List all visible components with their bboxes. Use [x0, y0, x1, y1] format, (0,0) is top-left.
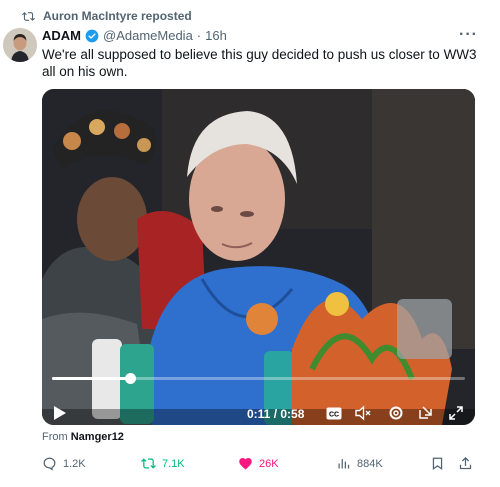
captions-label: CC	[329, 411, 339, 418]
source-prefix: From	[42, 431, 68, 443]
repost-button[interactable]: 7.1K	[141, 456, 185, 471]
heart-icon	[239, 458, 252, 470]
fullscreen-icon[interactable]	[448, 405, 464, 421]
repost-text: Auron MacIntyre reposted	[43, 9, 192, 23]
tweet-text: We're all supposed to believe this guy d…	[42, 47, 477, 79]
avatar[interactable]	[3, 28, 37, 62]
video-source: From Namger12	[42, 431, 124, 443]
views-button[interactable]: 884K	[336, 456, 383, 471]
video-frame	[42, 89, 475, 425]
like-count: 26K	[259, 457, 279, 470]
like-button[interactable]: 26K	[238, 456, 279, 471]
video-player[interactable]: 0:11 / 0:58 CC	[42, 89, 475, 425]
tweet-header: ADAM @AdameMedia · 16h	[42, 28, 227, 43]
repost-count: 7.1K	[162, 457, 185, 470]
video-progress-bar[interactable]	[52, 373, 465, 384]
bookmark-icon	[432, 457, 443, 471]
verified-badge-icon	[85, 29, 99, 42]
captions-icon[interactable]: CC	[326, 405, 342, 421]
source-name[interactable]: Namger12	[71, 431, 124, 443]
bookmark-button[interactable]	[430, 456, 445, 471]
picture-in-picture-icon[interactable]	[418, 405, 434, 421]
author-handle[interactable]: @AdameMedia	[103, 28, 193, 43]
reply-icon	[43, 457, 56, 471]
play-icon[interactable]	[52, 405, 68, 421]
author-name[interactable]: ADAM	[42, 28, 81, 43]
repost-icon	[141, 458, 156, 469]
settings-icon[interactable]	[388, 405, 404, 421]
reply-count: 1.2K	[63, 457, 86, 470]
share-button[interactable]	[458, 456, 473, 471]
share-icon	[459, 456, 472, 470]
reply-button[interactable]: 1.2K	[42, 456, 86, 471]
view-count: 884K	[357, 457, 383, 470]
mute-icon[interactable]	[355, 405, 371, 421]
action-bar: 1.2K 7.1K 26K 884K	[42, 456, 482, 476]
repost-context[interactable]: Auron MacIntyre reposted	[22, 9, 192, 23]
separator-dot: ·	[196, 28, 202, 43]
video-controls: 0:11 / 0:58 CC	[42, 395, 475, 425]
video-progress-fill	[52, 377, 131, 380]
timestamp[interactable]: 16h	[205, 28, 227, 43]
views-icon	[338, 459, 350, 469]
more-options-icon[interactable]: ···	[459, 26, 478, 44]
video-time: 0:11 / 0:58	[247, 407, 305, 421]
repost-icon	[22, 11, 35, 21]
